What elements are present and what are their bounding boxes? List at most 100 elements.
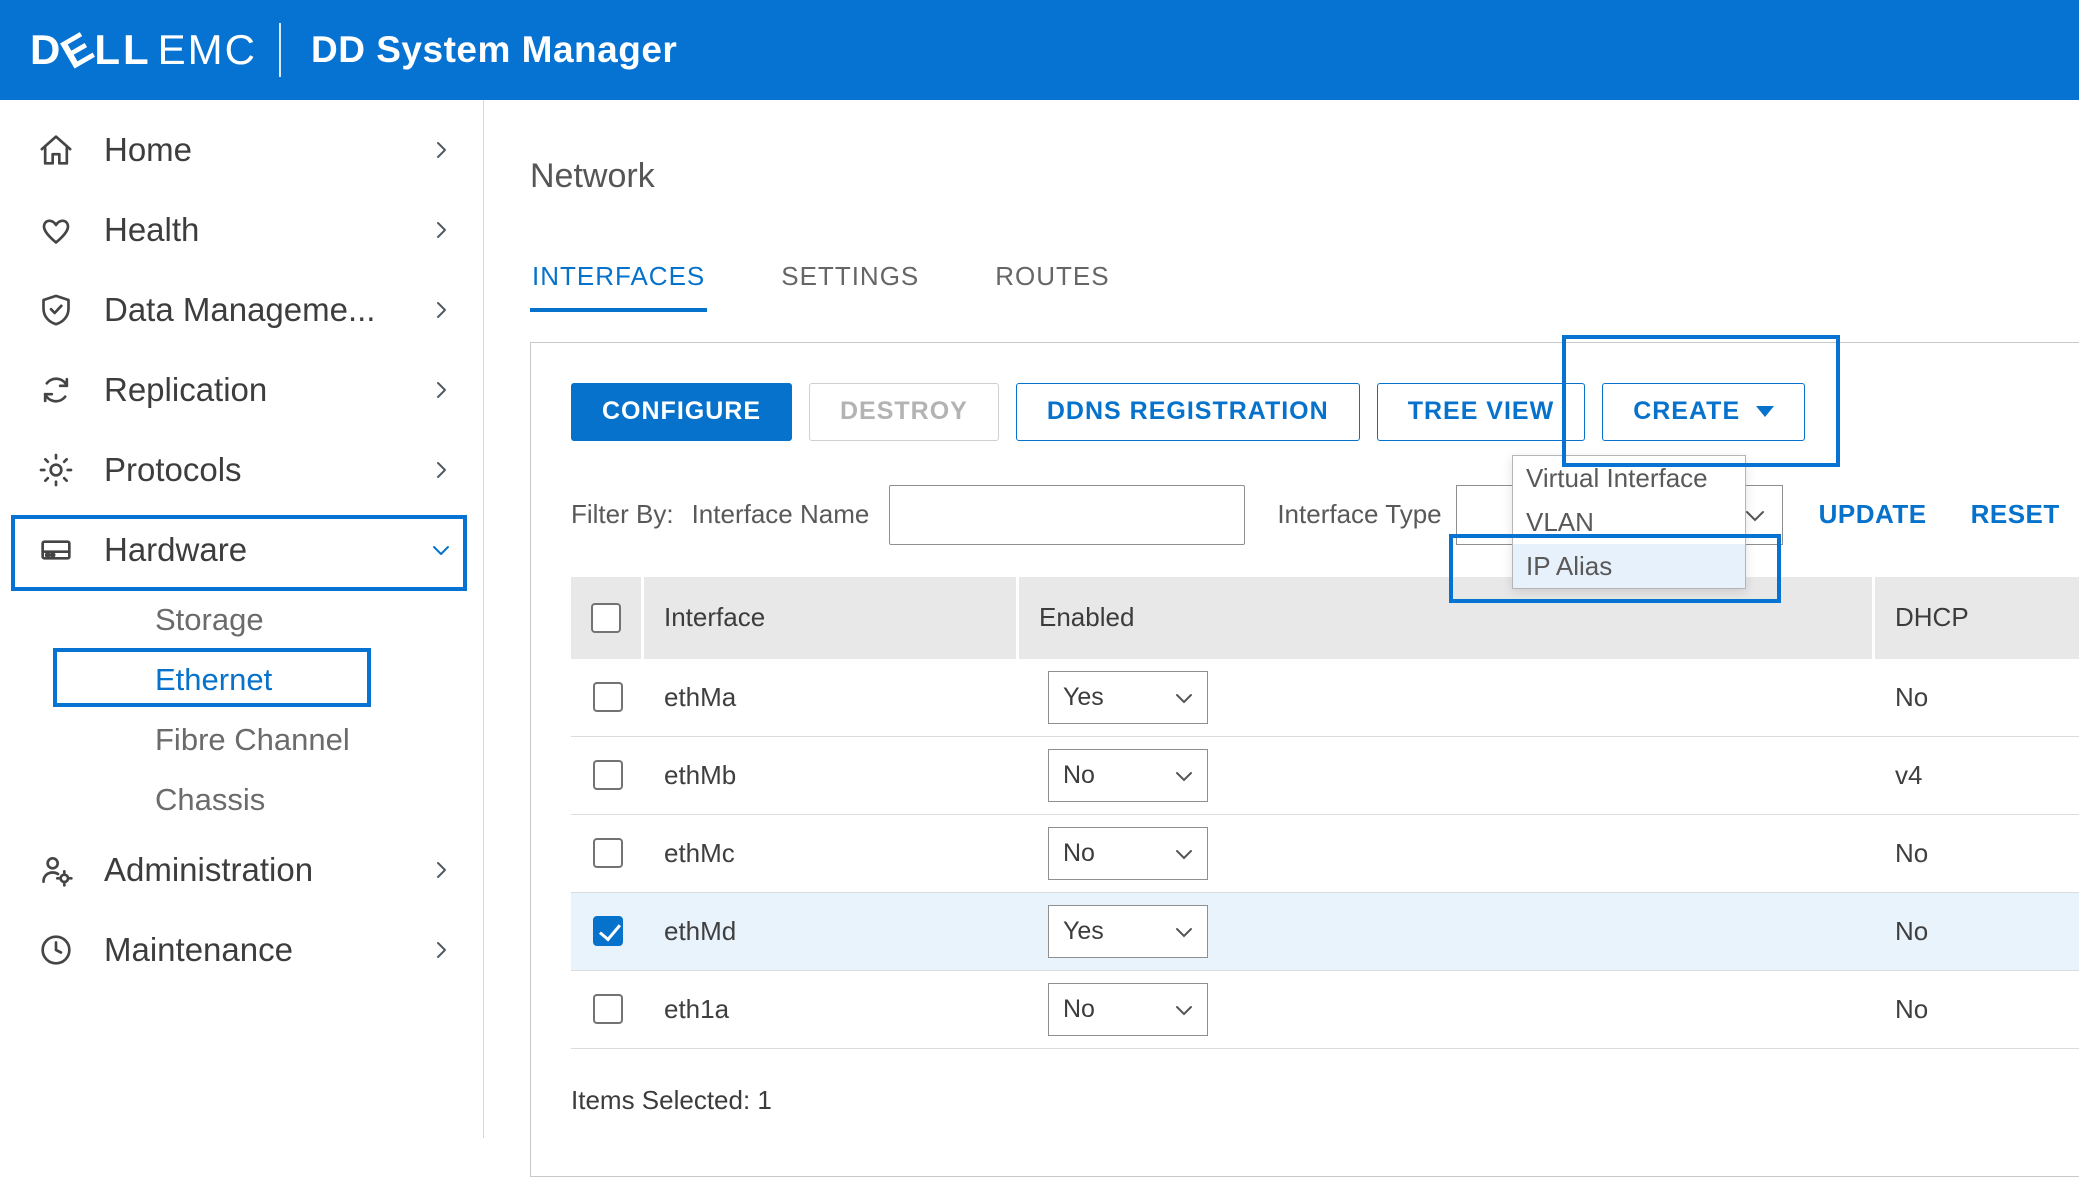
caret-down-icon: [1756, 406, 1774, 417]
menu-item-ip-alias[interactable]: IP Alias: [1513, 544, 1745, 588]
tree-view-button[interactable]: TREE VIEW: [1377, 383, 1586, 441]
sidebar-item-protocols[interactable]: Protocols: [0, 430, 483, 510]
sidebar-item-home[interactable]: Home: [0, 110, 483, 190]
sidebar-item-label: Maintenance: [104, 931, 429, 969]
sidebar-subitem-chassis[interactable]: Chassis: [0, 770, 483, 830]
enabled-cell: Yes: [1019, 659, 1875, 736]
server-drive-icon: [36, 530, 76, 570]
table-row: ethMb No v4: [571, 737, 2079, 815]
enabled-select-value: No: [1063, 761, 1095, 790]
chevron-right-icon: [429, 218, 453, 242]
enabled-select[interactable]: No: [1048, 983, 1208, 1036]
shield-icon: [36, 290, 76, 330]
select-all-checkbox[interactable]: [591, 603, 621, 633]
chevron-right-icon: [429, 858, 453, 882]
interface-type-label: Interface Type: [1277, 499, 1441, 530]
enabled-select[interactable]: Yes: [1048, 671, 1208, 724]
row-checkbox[interactable]: [593, 682, 623, 712]
menu-item-vlan[interactable]: VLAN: [1513, 500, 1745, 544]
interfaces-panel: CONFIGURE DESTROY DDNS REGISTRATION TREE…: [530, 342, 2079, 1177]
logo-letters-ll: LL: [94, 26, 151, 74]
chevron-down-icon: [1175, 995, 1193, 1024]
chevron-down-icon: [1175, 683, 1193, 712]
dhcp-cell: No: [1875, 659, 2079, 736]
sidebar-item-maintenance[interactable]: Maintenance: [0, 910, 483, 990]
chevron-down-icon: [429, 538, 453, 562]
home-icon: [36, 130, 76, 170]
tab-interfaces[interactable]: INTERFACES: [530, 261, 707, 312]
row-checkbox[interactable]: [593, 838, 623, 868]
sidebar-item-replication[interactable]: Replication: [0, 350, 483, 430]
chevron-down-icon: [1175, 839, 1193, 868]
table-header-checkbox-cell: [571, 577, 644, 659]
checkbox-cell: [571, 815, 644, 892]
enabled-select[interactable]: Yes: [1048, 905, 1208, 958]
interface-cell: eth1a: [644, 971, 1019, 1048]
sidebar-subitem-label: Storage: [155, 602, 264, 638]
ddns-registration-button[interactable]: DDNS REGISTRATION: [1016, 383, 1360, 441]
create-button[interactable]: CREATE: [1602, 383, 1805, 441]
header-divider: [279, 23, 281, 77]
app-header: DELL EMC DD System Manager: [0, 0, 2079, 100]
interface-cell: ethMd: [644, 893, 1019, 970]
enabled-select-value: Yes: [1063, 917, 1104, 946]
table-row: eth1a No No: [571, 971, 2079, 1049]
update-link[interactable]: UPDATE: [1819, 499, 1927, 530]
sidebar-item-administration[interactable]: Administration: [0, 830, 483, 910]
reset-link[interactable]: RESET: [1971, 499, 2060, 530]
checkbox-cell: [571, 893, 644, 970]
sidebar-item-label: Hardware: [104, 531, 429, 569]
enabled-select-value: Yes: [1063, 683, 1104, 712]
row-checkbox-checked[interactable]: [593, 916, 623, 946]
sidebar-item-label: Replication: [104, 371, 429, 409]
tab-settings[interactable]: SETTINGS: [779, 261, 921, 312]
enabled-select[interactable]: No: [1048, 749, 1208, 802]
chevron-down-icon: [1175, 917, 1193, 946]
tab-bar: INTERFACES SETTINGS ROUTES: [530, 261, 2079, 312]
tab-routes[interactable]: ROUTES: [993, 261, 1111, 312]
sidebar-subitem-ethernet[interactable]: Ethernet: [0, 650, 483, 710]
chevron-right-icon: [429, 138, 453, 162]
app-title: DD System Manager: [311, 29, 677, 71]
row-checkbox[interactable]: [593, 994, 623, 1024]
filter-row: Filter By: Interface Name Interface Type…: [571, 485, 2079, 545]
interface-cell: ethMb: [644, 737, 1019, 814]
sidebar-subitem-fibre-channel[interactable]: Fibre Channel: [0, 710, 483, 770]
checkbox-cell: [571, 737, 644, 814]
enabled-select-value: No: [1063, 995, 1095, 1024]
enabled-cell: No: [1019, 737, 1875, 814]
clock-icon: [36, 930, 76, 970]
enabled-cell: No: [1019, 815, 1875, 892]
interface-name-input[interactable]: [889, 485, 1245, 545]
items-selected-status: Items Selected: 1: [571, 1085, 2079, 1116]
interface-cell: ethMa: [644, 659, 1019, 736]
sidebar-item-label: Home: [104, 131, 429, 169]
chevron-right-icon: [429, 458, 453, 482]
interface-cell: ethMc: [644, 815, 1019, 892]
sidebar-item-data-management[interactable]: Data Manageme...: [0, 270, 483, 350]
checkbox-cell: [571, 659, 644, 736]
interfaces-table: Interface Enabled DHCP ethMa Yes No: [571, 577, 2079, 1049]
sidebar: Home Health Data Manageme... Replication: [0, 100, 484, 1138]
destroy-button[interactable]: DESTROY: [809, 383, 999, 441]
enabled-select[interactable]: No: [1048, 827, 1208, 880]
sidebar-item-health[interactable]: Health: [0, 190, 483, 270]
column-header-dhcp: DHCP: [1875, 577, 2079, 659]
toolbar: CONFIGURE DESTROY DDNS REGISTRATION TREE…: [571, 383, 2079, 441]
logo-emc: EMC: [158, 26, 257, 74]
table-row: ethMa Yes No: [571, 659, 2079, 737]
dellemc-logo: DELL EMC: [30, 26, 257, 74]
create-button-label: CREATE: [1633, 397, 1740, 426]
chevron-right-icon: [429, 298, 453, 322]
configure-button[interactable]: CONFIGURE: [571, 383, 792, 441]
chevron-right-icon: [429, 378, 453, 402]
table-header-row: Interface Enabled DHCP: [571, 577, 2079, 659]
sidebar-subitem-storage[interactable]: Storage: [0, 590, 483, 650]
sidebar-item-hardware[interactable]: Hardware: [0, 510, 483, 590]
interface-name-label: Interface Name: [692, 499, 870, 530]
enabled-cell: Yes: [1019, 893, 1875, 970]
menu-item-virtual-interface[interactable]: Virtual Interface: [1513, 456, 1745, 500]
dhcp-cell: No: [1875, 815, 2079, 892]
row-checkbox[interactable]: [593, 760, 623, 790]
filter-by-label: Filter By:: [571, 499, 674, 530]
